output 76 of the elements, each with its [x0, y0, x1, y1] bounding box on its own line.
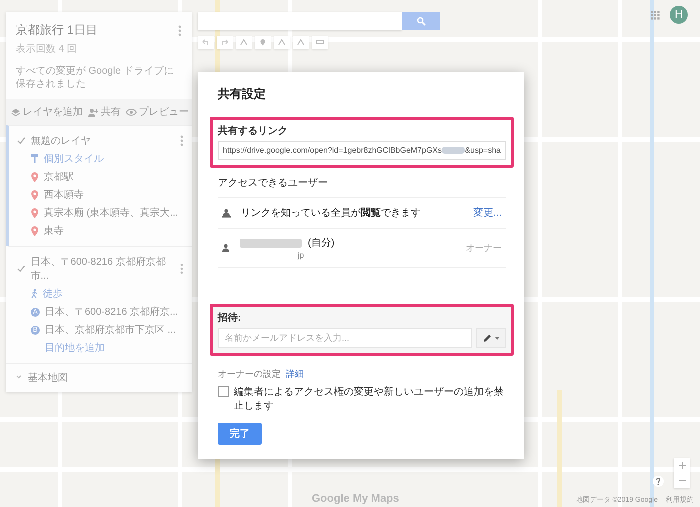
toolbar-button[interactable]: [274, 36, 290, 49]
redo-icon: [221, 39, 229, 46]
more-icon[interactable]: [178, 24, 182, 36]
toolbar-button[interactable]: [198, 36, 214, 49]
link-field[interactable]: https://drive.google.com/open?id=1gebr8zhGClBbGeM7pGXs &usp=sha: [218, 141, 506, 160]
done-button[interactable]: 完了: [218, 423, 262, 445]
people-icon: [222, 208, 231, 218]
app-logo: Google My Maps: [312, 493, 400, 505]
more-icon[interactable]: [180, 135, 184, 147]
toolbar-button[interactable]: [255, 36, 271, 49]
search-icon: [416, 16, 426, 26]
toolbar-button[interactable]: [236, 36, 252, 49]
layers-icon: [11, 108, 21, 116]
view-count: 表示回数 4 回: [16, 42, 78, 56]
place-item[interactable]: 東寺: [44, 224, 64, 238]
pin-icon: [31, 226, 39, 236]
line-icon: [278, 39, 286, 46]
more-icon[interactable]: [180, 263, 184, 275]
pin-icon: [31, 172, 39, 182]
base-map-label[interactable]: 基本地図: [28, 371, 68, 385]
undo-icon: [202, 39, 210, 46]
self-label: (自分): [308, 237, 335, 250]
marker-icon: [259, 39, 267, 46]
checkmark-icon[interactable]: [17, 137, 26, 145]
style-link[interactable]: 個別スタイル: [44, 152, 104, 166]
owner-settings-label: オーナーの設定: [218, 368, 281, 381]
apps-grid-icon[interactable]: [651, 11, 660, 20]
person-icon: [222, 244, 230, 252]
panel-action-button[interactable]: 共有: [88, 105, 121, 119]
travel-mode-link[interactable]: 徒歩: [43, 287, 63, 301]
panel-action-button[interactable]: プレビュー: [126, 105, 189, 119]
invite-field[interactable]: 名前かメールアドレスを入力...: [218, 328, 472, 348]
pin-icon: [31, 190, 39, 200]
add-destination-link[interactable]: 目的地を追加: [31, 341, 105, 355]
add-person-icon: [88, 108, 99, 116]
eye-icon: [126, 108, 137, 116]
blurred-name: [240, 238, 302, 248]
dialog-title: 共有設定: [218, 86, 267, 103]
user-email: jp: [296, 251, 306, 260]
walking-icon: [31, 289, 38, 299]
pencil-icon: [482, 334, 492, 342]
role-text: オーナー: [466, 242, 502, 254]
place-item[interactable]: 京都駅: [44, 170, 74, 184]
checkmark-icon[interactable]: [17, 265, 26, 273]
layer-name[interactable]: 日本、〒600-8216 京都府京都市...: [30, 255, 180, 283]
checkbox[interactable]: [218, 386, 229, 397]
zoom-out-button[interactable]: [674, 473, 690, 488]
details-link[interactable]: 詳細: [286, 368, 304, 381]
place-item[interactable]: 西本願寺: [44, 188, 84, 202]
link-label: 共有するリンク: [218, 124, 289, 138]
route-stop[interactable]: 日本、京都府京都市下京区 ...: [45, 323, 176, 337]
place-item[interactable]: 真宗本廟 (東本願寺、真宗大...: [44, 206, 178, 220]
link-access-text: リンクを知っている全員が閲覧できます: [241, 206, 422, 220]
layer-section[interactable]: 無題のレイヤ 個別スタイル 京都駅 西本願寺 真宗本廟 (東本願寺、真宗大... 東寺: [6, 125, 192, 246]
route-stop[interactable]: 日本、〒600-8216 京都府京...: [45, 305, 178, 319]
layer-name[interactable]: 無題のレイヤ: [31, 134, 91, 148]
panel-action-button[interactable]: レイヤを追加: [11, 105, 83, 119]
invite-label: 招待:: [218, 312, 242, 325]
caret-icon: [494, 336, 500, 340]
change-link[interactable]: 変更...: [474, 206, 502, 220]
toolbar-button[interactable]: [217, 36, 233, 49]
plus-icon: [678, 462, 686, 469]
search-field[interactable]: [198, 12, 402, 30]
map-title[interactable]: 京都旅行 1日目: [16, 22, 98, 39]
search-button[interactable]: [402, 12, 440, 30]
minus-icon: [678, 477, 686, 484]
toolbar-button[interactable]: [312, 36, 328, 49]
paint-roller-icon: [31, 154, 39, 164]
pin-icon: [31, 208, 39, 218]
checkbox-label: 編集者によるアクセス権の変更や新しいユーザーの追加を禁止します: [234, 386, 505, 413]
ruler-icon: [316, 39, 324, 46]
zoom-in-button[interactable]: [674, 458, 690, 473]
permission-dropdown[interactable]: [476, 328, 506, 348]
access-label: アクセスできるユーザー: [218, 176, 506, 198]
toolbar-button[interactable]: [293, 36, 309, 49]
save-status: すべての変更が Google ドライブに保存されました: [16, 65, 175, 91]
